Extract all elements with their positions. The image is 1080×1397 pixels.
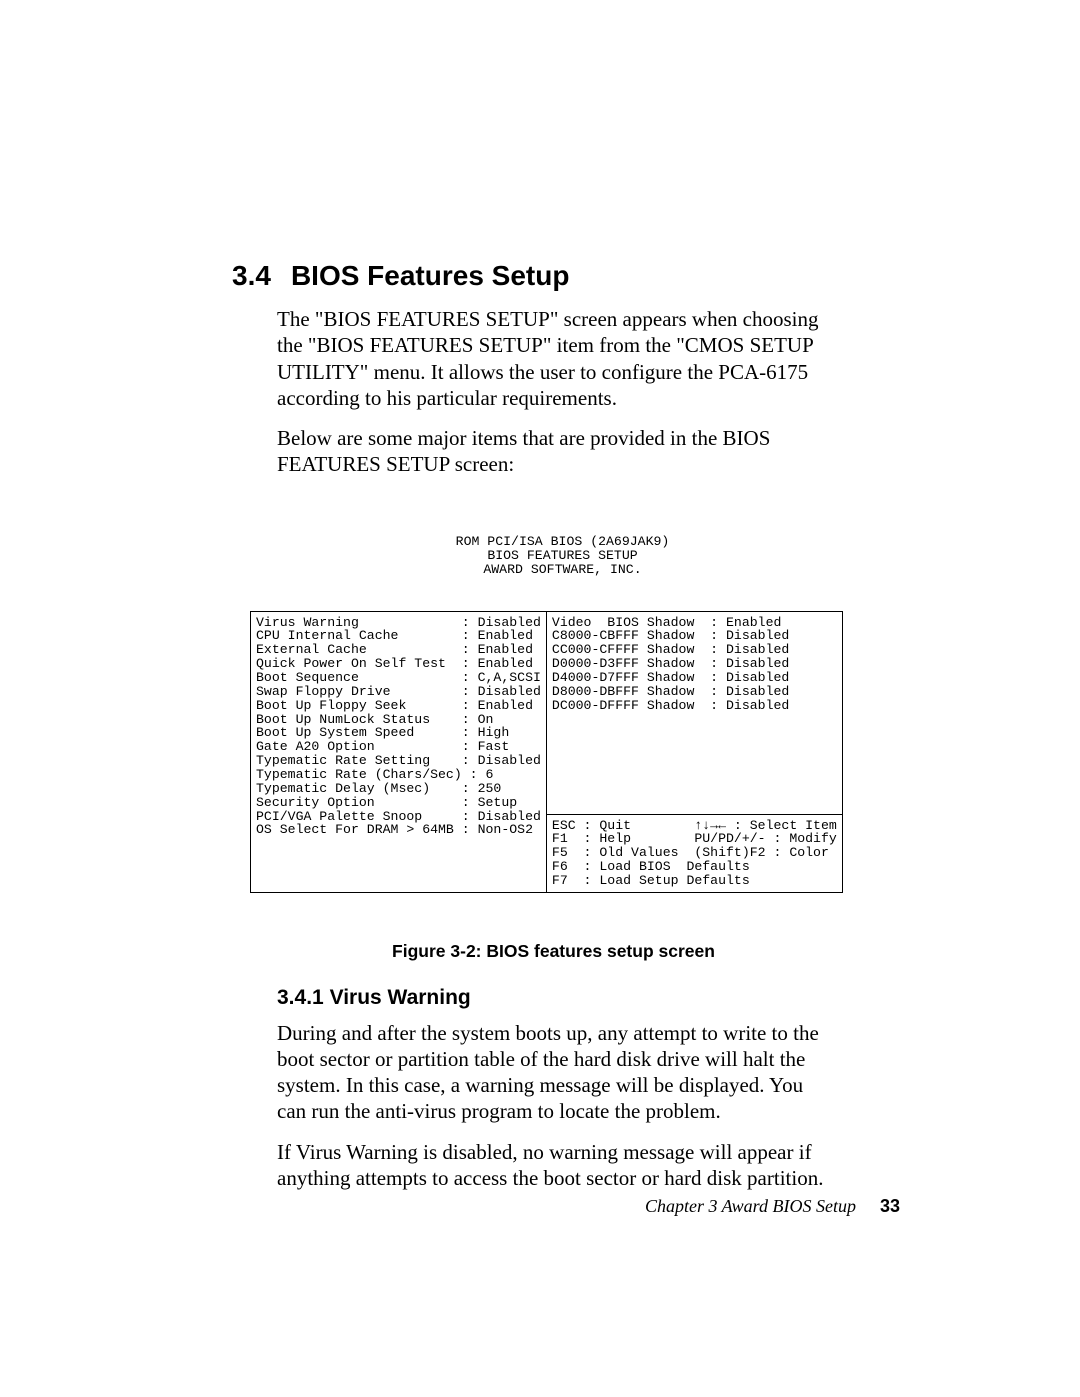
section-para-1: The "BIOS FEATURES SETUP" screen appears… [277,306,837,411]
bios-left-top: Virus Warning : Disabled CPU Internal Ca… [256,615,541,824]
page-content: 3.4 BIOS Features Setup The "BIOS FEATURE… [0,0,1080,1191]
bios-right-bottom-cell: ESC : Quit ↑↓→← : Select Item F1 : Help … [546,814,842,892]
bios-screenshot: ROM PCI/ISA BIOS (2A69JAK9) BIOS FEATURE… [250,508,900,921]
bios-left-cell: Virus Warning : Disabled CPU Internal Ca… [251,611,547,892]
footer-page-number: 33 [880,1196,900,1216]
subsection-para-1: During and after the system boots up, an… [277,1020,837,1125]
subsection-title: Virus Warning [330,986,471,1009]
bios-header-line1: ROM PCI/ISA BIOS (2A69JAK9) [456,534,670,549]
bios-header: ROM PCI/ISA BIOS (2A69JAK9) BIOS FEATURE… [225,535,900,577]
bios-header-line3: AWARD SOFTWARE, INC. [483,562,641,577]
section-title: BIOS Features Setup [291,260,570,291]
figure-caption: Figure 3-2: BIOS features setup screen [207,941,900,962]
page-footer: Chapter 3 Award BIOS Setup 33 [645,1196,900,1217]
subsection-heading: 3.4.1 Virus Warning [277,986,900,1010]
section-para-2: Below are some major items that are prov… [277,425,837,478]
subsection-para-2: If Virus Warning is disabled, no warning… [277,1139,837,1192]
section-number: 3.4 [232,260,271,292]
footer-chapter: Chapter 3 Award BIOS Setup [645,1196,856,1216]
bios-header-line2: BIOS FEATURES SETUP [487,548,637,563]
bios-left-bottom: OS Select For DRAM > 64MB : Non-OS2 [256,822,533,837]
section-heading: 3.4 BIOS Features Setup [232,260,900,292]
subsection-number: 3.4.1 [277,986,324,1009]
bios-table: Virus Warning : Disabled CPU Internal Ca… [250,611,843,893]
bios-right-top-cell: Video BIOS Shadow : Enabled C8000-CBFFF … [546,611,842,814]
